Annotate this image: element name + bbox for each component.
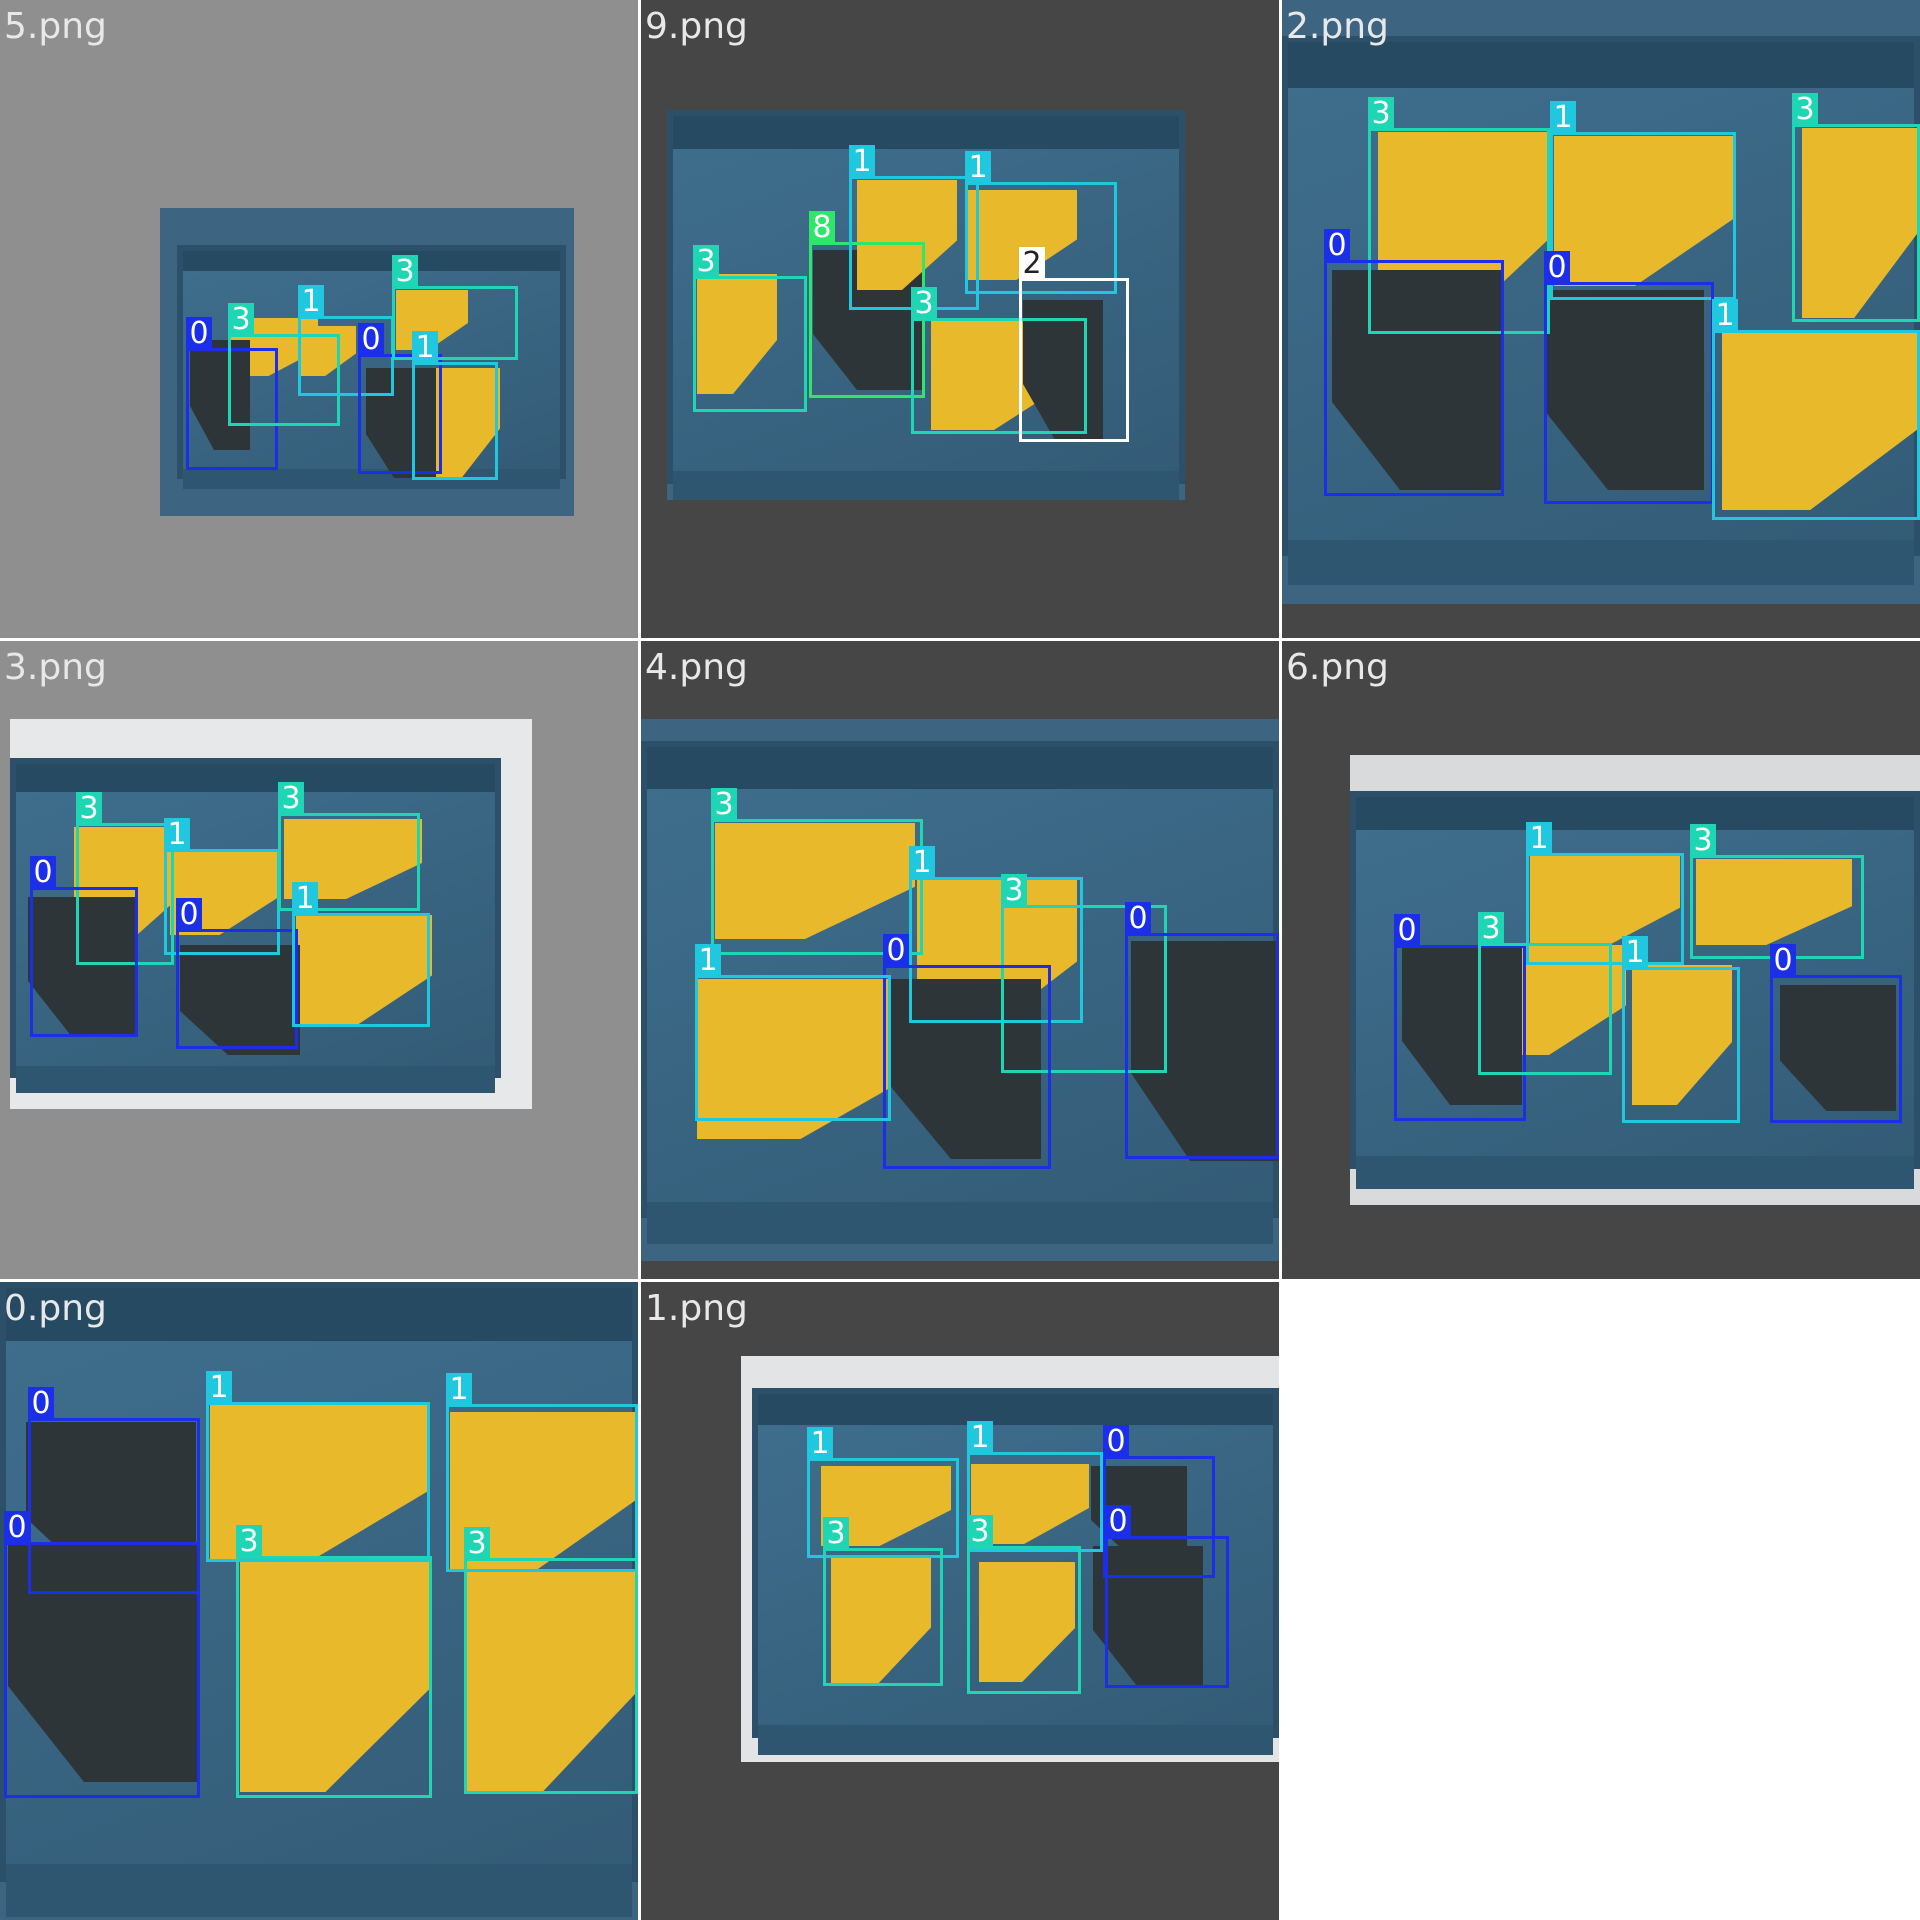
- bbox-label: 0: [1105, 1505, 1131, 1539]
- tile-1-png: 1.png 1 1 0 3 3 0: [641, 1282, 1279, 1920]
- tile-6-png: 6.png 1 3 0 3 1 0: [1282, 641, 1920, 1279]
- bbox-label: 3: [911, 287, 937, 321]
- tile-5-png: 5.png 0 3 1 0 3 1: [0, 0, 638, 638]
- bbox: 1: [695, 944, 891, 1121]
- bbox-label: 0: [883, 934, 909, 968]
- tile-filename: 0.png: [4, 1288, 107, 1329]
- tile-filename: 4.png: [645, 647, 748, 688]
- tile-filename: 3.png: [4, 647, 107, 688]
- bbox-label: 3: [76, 792, 102, 826]
- bbox-label: 8: [809, 211, 835, 245]
- tile-9-png: 9.png 3 8 1 1 3 2: [641, 0, 1279, 638]
- bbox-label: 1: [1712, 299, 1738, 333]
- bbox-label: 0: [1324, 229, 1350, 263]
- bbox-label: 1: [412, 331, 438, 365]
- bbox: 3: [464, 1527, 638, 1794]
- tile-4-png: 4.png 3 1 3 0 1 0: [641, 641, 1279, 1279]
- bbox-label: 0: [1770, 944, 1796, 978]
- bbox-label: 1: [446, 1373, 472, 1407]
- tile-filename: 1.png: [645, 1288, 748, 1329]
- bbox: 3: [693, 245, 807, 412]
- bbox-label: 0: [186, 317, 212, 351]
- bbox-label: 1: [849, 145, 875, 179]
- bbox: 1: [292, 882, 430, 1027]
- tile-0-png: 0.png 0 1 1 0 3 3: [0, 1282, 638, 1920]
- bbox-label: 3: [1001, 874, 1027, 908]
- tile-3-png: 3.png 3 1 3 0 0 1: [0, 641, 638, 1279]
- bbox: 3: [392, 255, 518, 360]
- bbox: 0: [176, 898, 298, 1049]
- bbox: 3: [1478, 912, 1612, 1075]
- bbox: 1: [1622, 936, 1740, 1123]
- tile-2-png: 2.png 3 1 3 0 0 1: [1282, 0, 1920, 638]
- bbox-label: 0: [4, 1511, 30, 1545]
- bbox: 0: [1324, 229, 1504, 496]
- bbox-label: 1: [695, 944, 721, 978]
- bbox-label: 3: [1478, 912, 1504, 946]
- tile-filename: 9.png: [645, 6, 748, 47]
- bbox-label: 0: [176, 898, 202, 932]
- bbox-label: 1: [1550, 101, 1576, 135]
- tile-filename: 6.png: [1286, 647, 1389, 688]
- bbox: 0: [30, 856, 138, 1037]
- bbox-label: 0: [30, 856, 56, 890]
- bbox: 0: [1544, 251, 1714, 504]
- bbox-label: 1: [967, 1421, 993, 1455]
- bbox-label: 3: [1690, 824, 1716, 858]
- bbox: 1: [1550, 101, 1736, 300]
- bbox: 0: [1105, 1505, 1229, 1688]
- bbox-label: 1: [807, 1427, 833, 1461]
- bbox-label: 1: [1622, 936, 1648, 970]
- bbox: 3: [967, 1515, 1081, 1694]
- bbox-label: 0: [1103, 1425, 1129, 1459]
- bbox: 1: [412, 331, 498, 480]
- bbox: 0: [883, 934, 1051, 1169]
- bbox-label: 3: [236, 1525, 262, 1559]
- bbox: 2: [1019, 247, 1129, 442]
- bbox: 1: [1712, 299, 1920, 520]
- bbox-label: 0: [1125, 902, 1151, 936]
- bbox-label: 1: [206, 1371, 232, 1405]
- bbox: 3: [1792, 93, 1920, 322]
- bbox-label: 3: [693, 245, 719, 279]
- bbox-label: 1: [298, 285, 324, 319]
- bbox-label: 3: [1792, 93, 1818, 127]
- bbox-label: 3: [967, 1515, 993, 1549]
- bbox-label: 1: [965, 151, 991, 185]
- bbox-label: 2: [1019, 247, 1045, 281]
- bbox-label: 3: [823, 1517, 849, 1551]
- bbox: 0: [1770, 944, 1902, 1123]
- bbox-label: 3: [711, 788, 737, 822]
- bbox-label: 1: [164, 818, 190, 852]
- bbox-label: 1: [292, 882, 318, 916]
- bbox-label: 3: [1368, 97, 1394, 131]
- bbox-label: 0: [1394, 914, 1420, 948]
- bbox: 3: [236, 1525, 432, 1798]
- bbox-label: 3: [228, 303, 254, 337]
- bbox: 3: [823, 1517, 943, 1686]
- bbox-label: 0: [358, 323, 384, 357]
- bbox-label: 3: [464, 1527, 490, 1561]
- bbox-label: 1: [909, 846, 935, 880]
- tile-filename: 2.png: [1286, 6, 1389, 47]
- bbox-label: 1: [1526, 822, 1552, 856]
- bbox-label: 0: [28, 1387, 54, 1421]
- bbox: 0: [1125, 902, 1279, 1159]
- bbox-label: 3: [278, 782, 304, 816]
- bbox-label: 3: [392, 255, 418, 289]
- tile-filename: 5.png: [4, 6, 107, 47]
- bbox: 0: [4, 1511, 200, 1798]
- bbox-label: 0: [1544, 251, 1570, 285]
